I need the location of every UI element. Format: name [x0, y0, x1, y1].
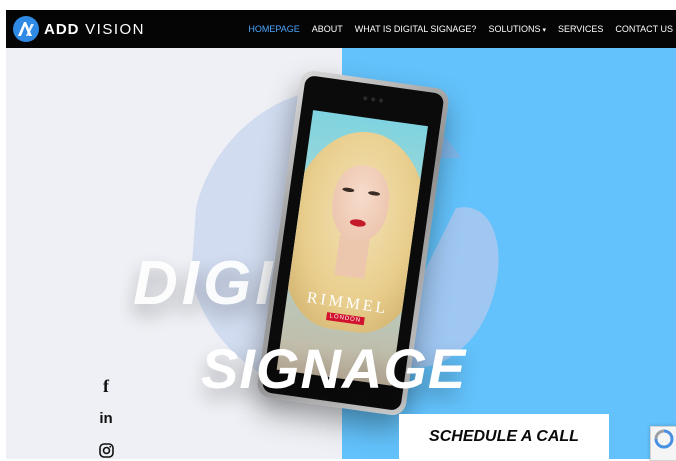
schedule-call-button[interactable]: SCHEDULE A CALL [399, 414, 609, 459]
ad-model-neck [334, 235, 370, 279]
add-vision-logo-icon [13, 16, 39, 42]
ad-model-lips [349, 218, 367, 228]
nav-services[interactable]: SERVICES [558, 24, 603, 34]
recaptcha-icon [654, 429, 674, 449]
chevron-down-icon: ▾ [542, 27, 546, 34]
facebook-icon[interactable]: f [96, 376, 116, 396]
nav-what-is-digital-signage[interactable]: WHAT IS DIGITAL SIGNAGE? [355, 24, 477, 34]
nav-solutions[interactable]: SOLUTIONS ▾ [488, 24, 546, 34]
instagram-icon[interactable] [96, 440, 116, 459]
logo-text: ADD VISION [44, 20, 146, 38]
camera-dot [362, 96, 368, 101]
hero-section: DIGITAL RIMMEL LONDON SIGNAGE f in SCHED… [6, 48, 676, 459]
site-header: ADD VISION HOMEPAGE ABOUT WHAT IS DIGITA… [6, 10, 676, 48]
nav-contact-us[interactable]: CONTACT US [615, 24, 673, 34]
camera-dot [370, 97, 376, 102]
ad-model-eye [342, 187, 355, 193]
nav-about[interactable]: ABOUT [312, 24, 343, 34]
logo[interactable]: ADD VISION [12, 15, 145, 43]
recaptcha-badge[interactable] [650, 426, 676, 461]
ad-model-eye [367, 190, 381, 197]
nav-solutions-label: SOLUTIONS [488, 24, 541, 34]
main-nav: HOMEPAGE ABOUT WHAT IS DIGITAL SIGNAGE? … [236, 10, 673, 48]
headline-signage: SIGNAGE [201, 337, 467, 400]
linkedin-icon[interactable]: in [96, 408, 116, 428]
nav-homepage[interactable]: HOMEPAGE [248, 24, 299, 34]
camera-dot [378, 98, 384, 103]
